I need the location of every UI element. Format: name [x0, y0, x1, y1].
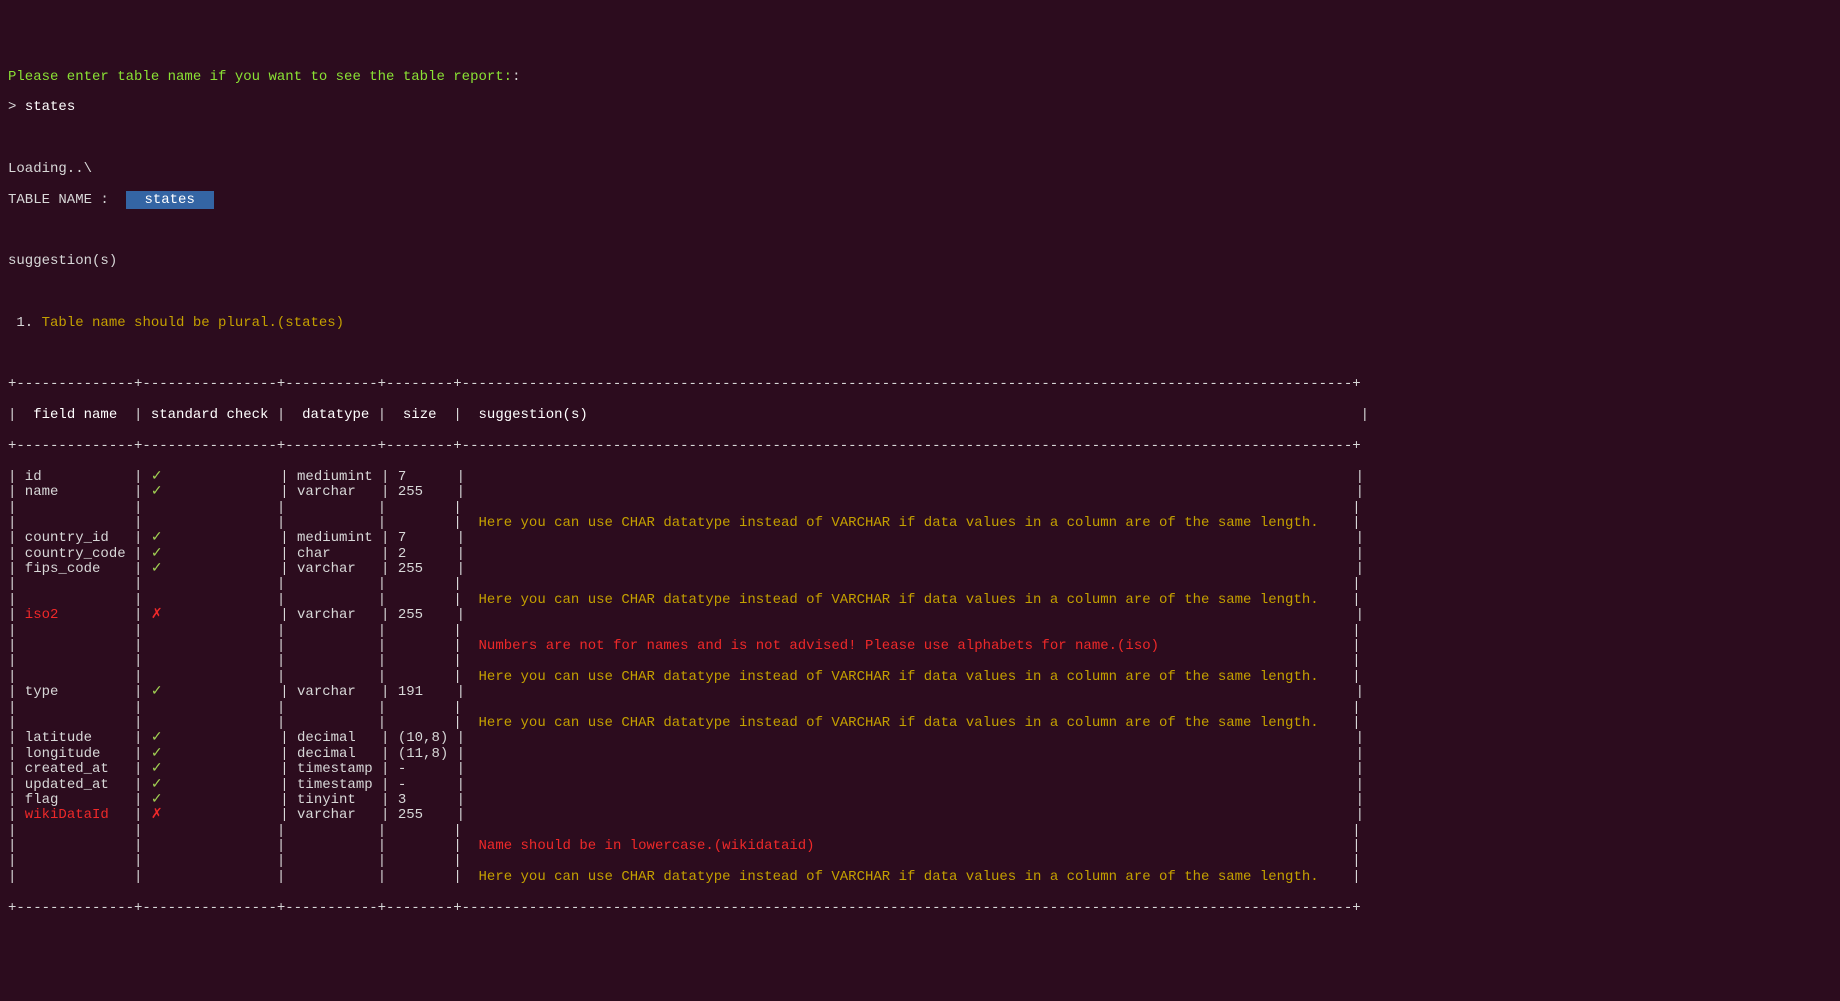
table-row: | country_code | ✓ | char | 2 | |: [8, 547, 1832, 562]
field-name: fips_code: [16, 561, 134, 577]
check-icon: ✓: [151, 530, 163, 546]
table-hr: +--------------+----------------+-------…: [8, 901, 1832, 916]
field-name: created_at: [16, 761, 134, 777]
field-name: country_code: [16, 546, 134, 562]
table-row: | | | | | |: [8, 577, 1832, 592]
check-icon: ✓: [151, 469, 163, 485]
field-name: name: [16, 484, 134, 500]
input-marker: >: [8, 99, 25, 115]
check-icon: ✓: [151, 484, 163, 500]
field-name: longitude: [16, 746, 134, 762]
table-row: | wikiDataId | ✗ | varchar | 255 | |: [8, 808, 1832, 823]
check-icon: ✓: [151, 684, 163, 700]
field-name: type: [16, 684, 134, 700]
table-row: | flag | ✓ | tinyint | 3 | |: [8, 793, 1832, 808]
table-hr: +--------------+----------------+-------…: [8, 377, 1832, 392]
suggestion-text: Name should be in lowercase.(wikidataid): [462, 838, 815, 854]
table-row: | | | | | |: [8, 624, 1832, 639]
input-value[interactable]: states: [25, 99, 75, 115]
cross-icon: ✗: [151, 807, 163, 823]
table-row: | country_id | ✓ | mediumint | 7 | |: [8, 531, 1832, 546]
table-row: | latitude | ✓ | decimal | (10,8) | |: [8, 731, 1832, 746]
table-row: | | | | | Here you can use CHAR datatype…: [8, 716, 1832, 731]
table-row: | created_at | ✓ | timestamp | - | |: [8, 762, 1832, 777]
field-name: updated_at: [16, 777, 134, 793]
table-row: | updated_at | ✓ | timestamp | - | |: [8, 778, 1832, 793]
suggestion-header: suggestion(s): [8, 253, 117, 269]
table-row: | | | | | Here you can use CHAR datatype…: [8, 593, 1832, 608]
check-icon: ✓: [151, 746, 163, 762]
field-name: latitude: [16, 730, 134, 746]
field-name: wikiDataId: [16, 807, 134, 823]
table-row: | type | ✓ | varchar | 191 | |: [8, 685, 1832, 700]
table-header: | field name | standard check | datatype…: [8, 408, 1832, 423]
table-row: | | | | | Here you can use CHAR datatype…: [8, 516, 1832, 531]
table-row: | | | | | Here you can use CHAR datatype…: [8, 670, 1832, 685]
suggestion-text: Here you can use CHAR datatype instead o…: [462, 669, 1319, 685]
prompt-label: Please enter table name if you want to s…: [8, 69, 512, 85]
field-name: flag: [16, 792, 134, 808]
table-row: | | | | | Name should be in lowercase.(w…: [8, 839, 1832, 854]
loading-text: Loading..\: [8, 161, 92, 177]
table-row: | | | | | Numbers are not for names and …: [8, 639, 1832, 654]
cross-icon: ✗: [151, 607, 163, 623]
table-row: | | | | | |: [8, 854, 1832, 869]
table-name-value: states: [126, 191, 214, 209]
check-icon: ✓: [151, 730, 163, 746]
suggestion-text: Here you can use CHAR datatype instead o…: [462, 515, 1319, 531]
check-icon: ✓: [151, 792, 163, 808]
field-name: country_id: [16, 530, 134, 546]
suggestion-item: Table name should be plural.(states): [42, 315, 344, 331]
field-name: id: [16, 469, 134, 485]
table-hr: +--------------+----------------+-------…: [8, 439, 1832, 454]
table-row: | longitude | ✓ | decimal | (11,8) | |: [8, 747, 1832, 762]
suggestion-text: Here you can use CHAR datatype instead o…: [462, 715, 1319, 731]
suggestion-text: Here you can use CHAR datatype instead o…: [462, 592, 1319, 608]
suggestion-text: Numbers are not for names and is not adv…: [462, 638, 1159, 654]
table-row: | | | | | |: [8, 654, 1832, 669]
table-row: | iso2 | ✗ | varchar | 255 | |: [8, 608, 1832, 623]
field-name: iso2: [16, 607, 134, 623]
table-row: | name | ✓ | varchar | 255 | |: [8, 485, 1832, 500]
table-row: | | | | | |: [8, 701, 1832, 716]
table-row: | | | | | |: [8, 501, 1832, 516]
table-row: | fips_code | ✓ | varchar | 255 | |: [8, 562, 1832, 577]
check-icon: ✓: [151, 777, 163, 793]
check-icon: ✓: [151, 761, 163, 777]
table-name-label: TABLE NAME :: [8, 192, 109, 208]
table-row: | | | | | Here you can use CHAR datatype…: [8, 870, 1832, 885]
table-row: | id | ✓ | mediumint | 7 | |: [8, 470, 1832, 485]
suggestion-text: Here you can use CHAR datatype instead o…: [462, 869, 1319, 885]
table-row: | | | | | |: [8, 824, 1832, 839]
check-icon: ✓: [151, 546, 163, 562]
check-icon: ✓: [151, 561, 163, 577]
